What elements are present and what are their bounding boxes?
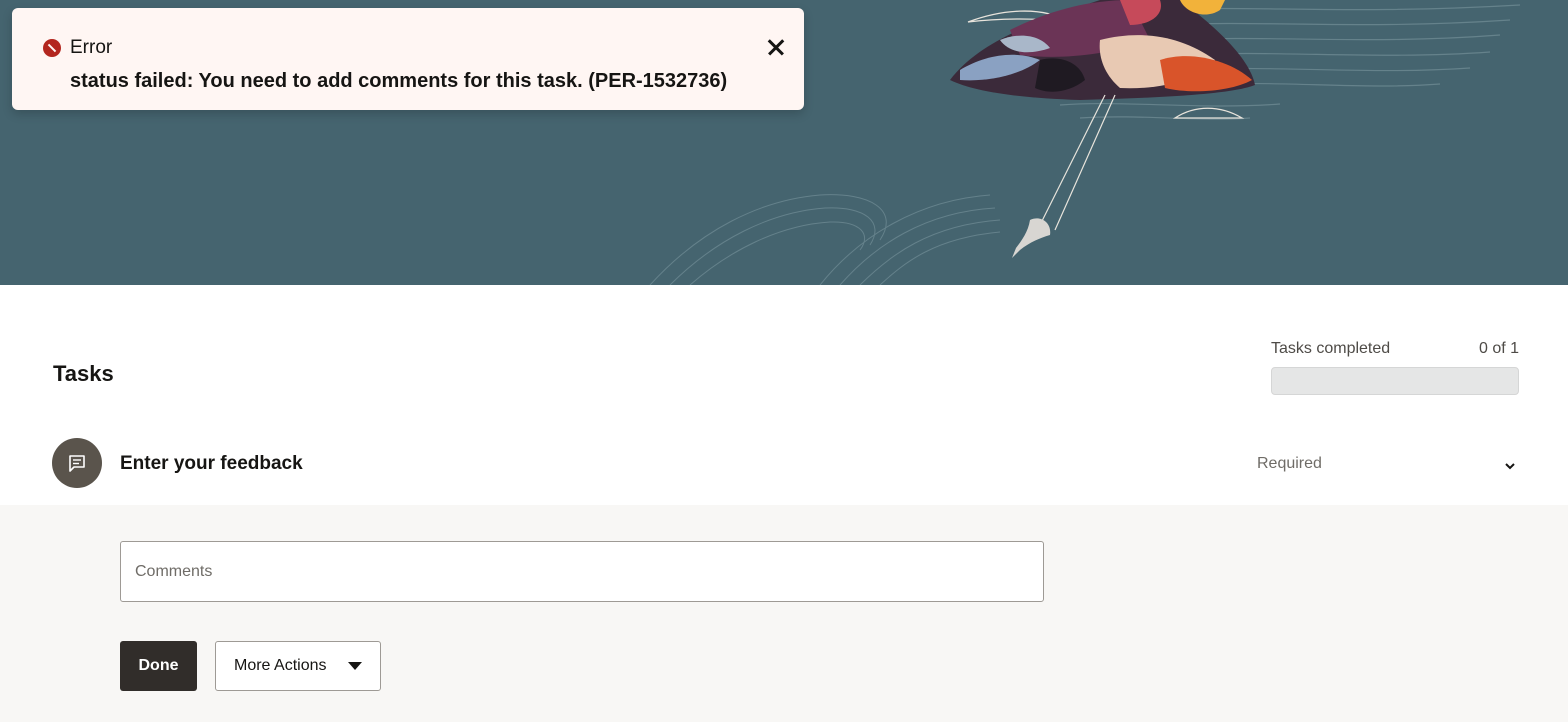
caret-down-icon — [348, 662, 362, 670]
feedback-icon — [52, 438, 102, 488]
comments-input[interactable] — [120, 541, 1044, 602]
page-title: Tasks — [53, 361, 114, 386]
toast-title: Error — [70, 37, 113, 58]
done-button[interactable]: Done — [120, 641, 197, 691]
chevron-down-icon[interactable] — [1500, 456, 1520, 476]
progress-count: 0 of 1 — [1478, 340, 1519, 357]
error-toast: Error status failed: You need to add com… — [12, 8, 804, 110]
task-row[interactable]: Enter your feedback Required — [0, 430, 1568, 505]
progress-bar — [1271, 367, 1519, 395]
task-detail-panel: Done More Actions — [0, 505, 1568, 722]
close-icon[interactable] — [764, 35, 790, 61]
task-name: Enter your feedback — [120, 453, 303, 474]
more-actions-button[interactable]: More Actions — [215, 641, 381, 691]
error-icon — [43, 39, 61, 57]
task-status: Required — [1257, 455, 1322, 472]
progress-label: Tasks completed — [1271, 340, 1391, 357]
more-actions-label: More Actions — [234, 657, 327, 674]
toast-message: status failed: You need to add comments … — [70, 70, 728, 92]
